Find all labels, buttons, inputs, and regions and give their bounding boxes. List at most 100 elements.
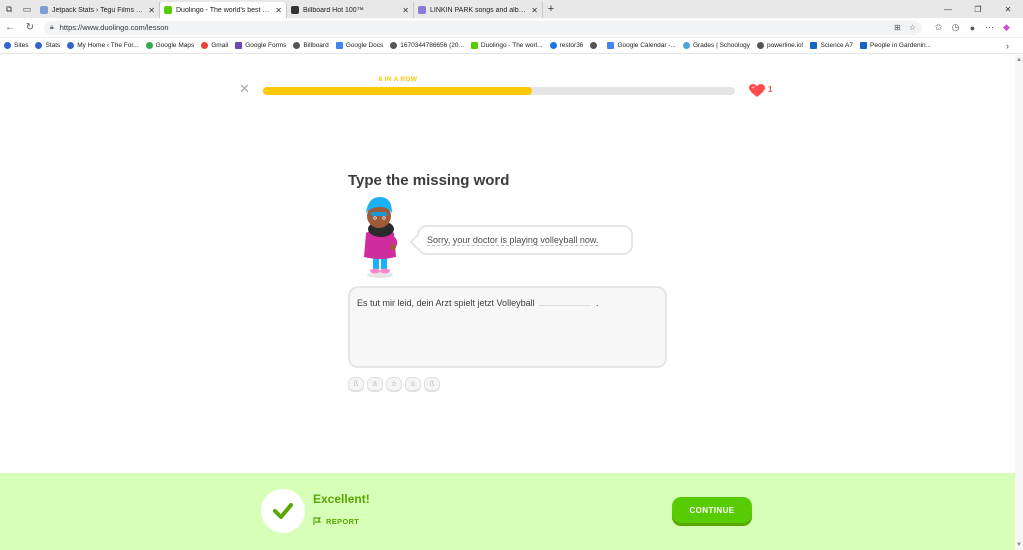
gmail-icon <box>201 42 209 49</box>
tab-label: LINKIN PARK songs and albums | <box>430 6 528 14</box>
browser-tab[interactable]: Billboard Hot 100™ ✕ <box>287 2 414 18</box>
flag-icon <box>313 517 322 525</box>
schoology-icon <box>682 42 690 49</box>
bookmark[interactable]: powerline.io! <box>756 42 803 49</box>
bookmark[interactable]: Gmail <box>201 42 228 49</box>
close-window-icon[interactable]: ✕ <box>993 5 1023 14</box>
url-field[interactable]: 🔒︎ https://www.duolingo.com/lesson ⊞ ☆ <box>44 20 922 35</box>
close-tab-icon[interactable]: ✕ <box>148 6 155 15</box>
close-tab-icon[interactable]: ✕ <box>531 6 538 15</box>
special-char-key[interactable]: ü <box>405 377 421 392</box>
globe-icon <box>390 42 398 49</box>
bookmark[interactable]: Google Calendar -... <box>607 42 676 49</box>
answer-sentence: Es tut mir leid, dein Arzt spielt jetzt … <box>357 298 535 308</box>
tab-label: Billboard Hot 100™ <box>303 6 364 14</box>
history-icon[interactable]: ◷ <box>947 22 964 33</box>
report-button[interactable]: REPORT <box>313 517 359 526</box>
special-char-key[interactable]: ä <box>367 377 383 392</box>
bookmark-icon <box>67 42 75 49</box>
close-tab-icon[interactable]: ✕ <box>402 6 409 15</box>
heart-icon <box>749 84 765 97</box>
answer-blank-input[interactable] <box>539 305 592 306</box>
minimize-icon[interactable]: — <box>933 5 963 14</box>
lock-icon: 🔒︎ <box>50 23 54 31</box>
refresh-icon[interactable]: ↻ <box>20 22 40 33</box>
scroll-down-icon[interactable]: ▼ <box>1016 542 1022 548</box>
feedback-title: Excellent! <box>313 492 370 506</box>
speech-bubble: Sorry, your doctor is playing volleyball… <box>417 225 633 255</box>
browser-tab[interactable]: LINKIN PARK songs and albums | ✕ <box>414 2 543 18</box>
feedback-footer: Excellent! REPORT CONTINUE <box>0 473 1015 550</box>
tab-label: Jetpack Stats › Tegu Films — Wor <box>52 6 144 14</box>
classroom-icon <box>810 42 818 49</box>
correct-badge <box>261 489 305 533</box>
new-tab-button[interactable]: + <box>543 3 559 15</box>
tab-favicon-icon <box>40 6 48 14</box>
special-characters: ß ä ö ü ß <box>348 377 443 392</box>
more-menu-icon[interactable]: ⋯ <box>981 22 998 33</box>
answer-period: . <box>596 298 599 308</box>
continue-button[interactable]: CONTINUE <box>672 497 752 523</box>
bookmark[interactable]: Sites <box>4 42 28 49</box>
challenge-prompt: Type the missing word <box>348 172 510 189</box>
tab-strip: ⧉ ▭ Jetpack Stats › Tegu Films — Wor ✕ D… <box>0 0 1023 18</box>
power-icon <box>549 42 557 49</box>
bookmark[interactable]: Science A7 <box>810 42 853 49</box>
favorites-icon[interactable]: ✩ <box>930 22 947 33</box>
scroll-up-icon[interactable]: ▲ <box>1016 57 1022 63</box>
window-controls: — ❐ ✕ <box>933 5 1023 14</box>
tab-favicon-icon <box>418 6 426 14</box>
bookmark[interactable]: Billboard <box>293 42 329 49</box>
bookmark[interactable]: My Home ‹ The For... <box>67 42 139 49</box>
docs-icon <box>335 42 343 49</box>
copilot-icon[interactable]: ◆ <box>998 22 1015 33</box>
profile-icon[interactable]: ● <box>964 23 981 33</box>
tab-actions-icon[interactable]: ▭ <box>18 0 36 18</box>
globe-icon <box>293 42 301 49</box>
bookmark[interactable] <box>590 42 600 49</box>
bookmark[interactable]: restor36 <box>549 42 583 49</box>
restore-icon[interactable]: ❐ <box>963 5 993 14</box>
browser-tab-active[interactable]: Duolingo - The world's best way t ✕ <box>160 2 287 18</box>
bookmark[interactable]: Grades | Schoology <box>682 42 750 49</box>
back-icon[interactable]: ← <box>0 22 20 33</box>
progress-bar <box>263 87 735 95</box>
bookmark[interactable]: Stats <box>35 42 60 49</box>
favorite-star-icon[interactable]: ☆ <box>909 23 916 32</box>
special-char-key[interactable]: ö <box>386 377 402 392</box>
tab-favicon-icon <box>164 6 172 14</box>
workspaces-icon[interactable]: ⧉ <box>0 0 18 18</box>
url-text: https://www.duolingo.com/lesson <box>59 23 169 32</box>
tab-label: Duolingo - The world's best way t <box>176 6 272 14</box>
character-illustration <box>364 197 398 278</box>
close-tab-icon[interactable]: ✕ <box>275 6 282 15</box>
forms-icon <box>235 42 243 49</box>
answer-box: Es tut mir leid, dein Arzt spielt jetzt … <box>348 286 667 368</box>
bookmarks-bar: Sites Stats My Home ‹ The For... Google … <box>0 38 1023 54</box>
speech-bubble-text[interactable]: Sorry, your doctor is playing volleyball… <box>427 235 599 246</box>
hearts-count: 1 <box>768 85 773 94</box>
bookmark[interactable]: Duolingo - The worl... <box>470 42 543 49</box>
close-lesson-icon[interactable]: ✕ <box>239 82 251 95</box>
globe-icon <box>590 42 598 49</box>
bookmark[interactable]: Google Docs <box>335 42 383 49</box>
streak-label: 8 IN A ROW <box>378 76 418 83</box>
browser-tab[interactable]: Jetpack Stats › Tegu Films — Wor ✕ <box>36 2 160 18</box>
bookmark[interactable]: Google Forms <box>235 42 286 49</box>
special-char-key[interactable]: ß <box>348 377 364 392</box>
chevron-right-icon[interactable]: › <box>1006 41 1009 51</box>
special-char-key[interactable]: ß <box>424 377 440 392</box>
progress-fill <box>263 87 533 95</box>
bookmark[interactable]: 1670344786656 (20... <box>390 42 464 49</box>
bookmark[interactable]: Google Maps <box>145 42 194 49</box>
calendar-icon <box>607 42 615 49</box>
bookmark-icon <box>4 42 11 49</box>
classroom-icon <box>860 42 867 49</box>
bookmark[interactable]: People in Gardenin... <box>860 42 931 49</box>
app-available-icon[interactable]: ⊞ <box>894 23 901 32</box>
check-icon <box>273 503 293 519</box>
page-scrollbar[interactable]: ▲ ▼ <box>1015 55 1023 550</box>
address-bar-row: ← ↻ 🔒︎ https://www.duolingo.com/lesson ⊞… <box>0 18 1023 38</box>
lesson-page: ✕ 8 IN A ROW 1 Type the missing word Sor… <box>0 55 1015 550</box>
duolingo-icon <box>470 42 478 49</box>
